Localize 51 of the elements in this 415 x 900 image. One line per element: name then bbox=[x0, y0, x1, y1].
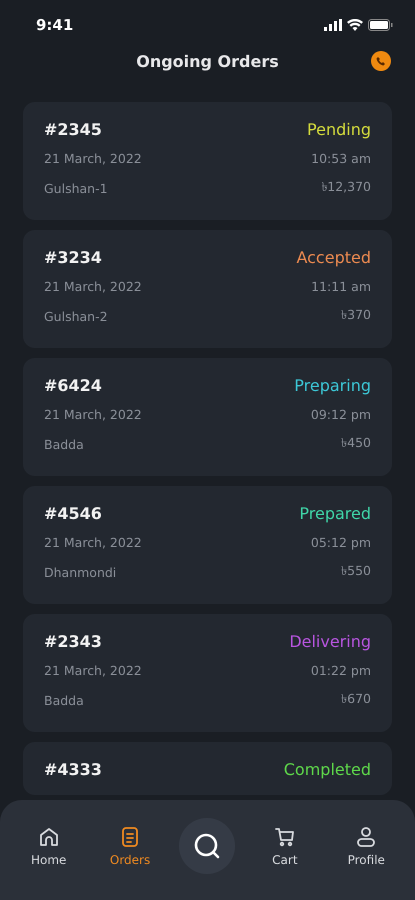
search-icon bbox=[192, 831, 222, 861]
signal-icon bbox=[324, 19, 342, 31]
order-date: 21 March, 2022 bbox=[44, 407, 142, 422]
nav-tab[interactable]: Cart bbox=[252, 825, 317, 867]
call-button[interactable] bbox=[371, 51, 391, 71]
order-amount: ৳12,370 bbox=[321, 178, 371, 196]
order-status: Completed bbox=[284, 760, 371, 779]
order-id: #4546 bbox=[44, 504, 102, 523]
order-amount: ৳450 bbox=[341, 434, 371, 452]
order-amount: ৳670 bbox=[341, 690, 371, 708]
phone-icon bbox=[376, 56, 386, 66]
order-card[interactable]: #2345 Pending 21 March, 2022 10:53 am Gulshan-1 ৳12,370 bbox=[23, 102, 392, 220]
order-card[interactable]: #2343 Delivering 21 March, 2022 01:22 pm Badda ৳670 bbox=[23, 614, 392, 732]
order-status: Delivering bbox=[289, 632, 371, 651]
order-id: #2343 bbox=[44, 632, 102, 651]
order-time: 01:22 pm bbox=[310, 663, 371, 678]
order-status: Accepted bbox=[296, 248, 371, 267]
page-title: Ongoing Orders bbox=[136, 52, 279, 70]
cart-icon bbox=[272, 825, 297, 849]
status-time: 9:41 bbox=[36, 16, 74, 34]
order-card[interactable]: #4546 Prepared 21 March, 2022 05:12 pm Dhanmondi ৳550 bbox=[23, 486, 392, 604]
nav-tab[interactable]: Orders bbox=[98, 825, 162, 867]
battery-icon bbox=[368, 19, 393, 31]
order-time: 09:12 pm bbox=[310, 407, 371, 422]
order-area: Badda bbox=[44, 436, 84, 452]
order-area: Gulshan-2 bbox=[44, 308, 108, 324]
order-id: #2345 bbox=[44, 120, 102, 139]
order-date: 21 March, 2022 bbox=[44, 151, 142, 166]
order-area: Badda bbox=[44, 692, 84, 708]
order-id: #6424 bbox=[44, 376, 102, 395]
order-status: Preparing bbox=[294, 376, 371, 395]
order-area: Dhanmondi bbox=[44, 564, 116, 580]
order-card[interactable]: #3234 Accepted 21 March, 2022 11:11 am Gulshan-2 ৳370 bbox=[23, 230, 392, 348]
order-status: Prepared bbox=[299, 504, 371, 523]
order-id: #4333 bbox=[44, 760, 102, 779]
order-status: Pending bbox=[307, 120, 371, 139]
order-date: 21 March, 2022 bbox=[44, 663, 142, 678]
order-area: Gulshan-1 bbox=[44, 180, 108, 196]
order-card[interactable]: #6424 Preparing 21 March, 2022 09:12 pm Badda ৳450 bbox=[23, 358, 392, 476]
order-id: #3234 bbox=[44, 248, 102, 267]
order-date: 21 March, 2022 bbox=[44, 535, 142, 550]
order-time: 10:53 am bbox=[311, 151, 371, 166]
wifi-icon bbox=[347, 19, 363, 31]
order-amount: ৳370 bbox=[341, 306, 371, 324]
nav-tab[interactable]: Profile bbox=[334, 825, 398, 867]
order-amount: ৳550 bbox=[341, 562, 371, 580]
order-card[interactable]: #4333 Completed bbox=[23, 742, 392, 795]
nav-tab[interactable]: Home bbox=[16, 825, 81, 867]
order-time: 11:11 am bbox=[311, 279, 371, 294]
order-date: 21 March, 2022 bbox=[44, 279, 142, 294]
order-time: 05:12 pm bbox=[310, 535, 371, 550]
